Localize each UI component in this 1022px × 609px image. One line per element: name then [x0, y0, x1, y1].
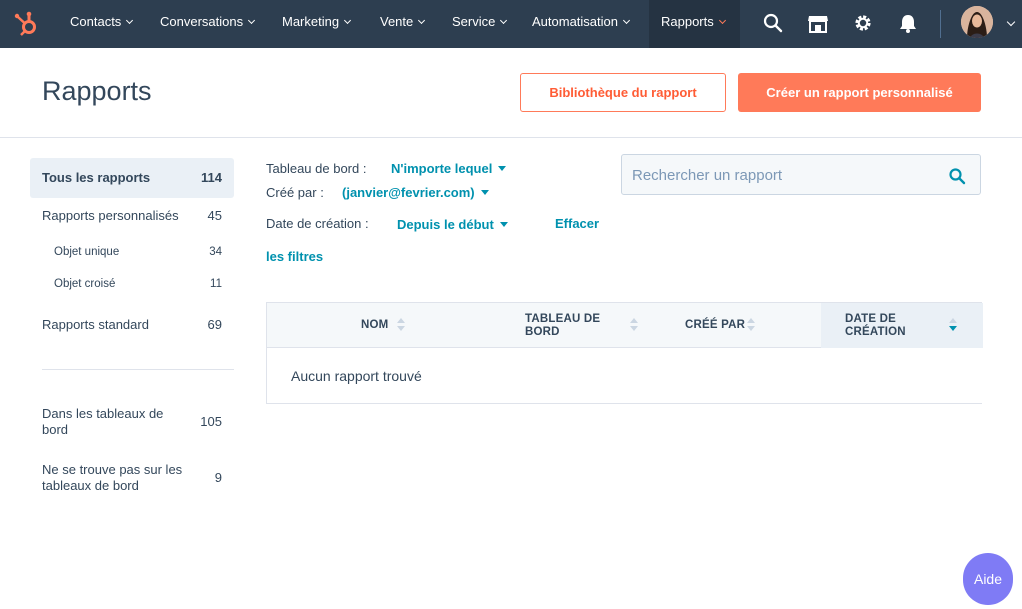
user-avatar-icon	[961, 6, 993, 38]
clear-filters-link-continued[interactable]: les filtres	[266, 249, 323, 264]
chevron-down-icon	[418, 16, 426, 25]
help-button[interactable]: Aide	[963, 553, 1013, 605]
sidebar-item-not-in-dashboards[interactable]: Ne se trouve pas sur les tableaux de bor…	[30, 462, 234, 496]
header-divider	[0, 137, 1022, 138]
column-header-created-by[interactable]: CRÉÉ PAR	[685, 303, 805, 348]
caret-down-icon	[480, 190, 489, 195]
marketplace-icon[interactable]	[807, 12, 829, 34]
report-library-button[interactable]: Bibliothèque du rapport	[520, 73, 726, 112]
reports-table: NOM TABLEAU DE BORD CRÉÉ PAR DATE DE CRÉAT…	[266, 302, 983, 404]
chevron-down-icon	[344, 16, 352, 25]
date-filter-dropdown[interactable]: Depuis le début	[397, 217, 508, 232]
table-header: NOM TABLEAU DE BORD CRÉÉ PAR DATE DE CRÉAT…	[267, 303, 983, 348]
nav-vente[interactable]: Vente	[380, 0, 426, 48]
sidebar-item-all-reports[interactable]: Tous les rapports 114	[30, 158, 234, 198]
sort-icon	[397, 318, 405, 332]
search-box	[621, 154, 981, 195]
sidebar-item-cross-object[interactable]: Objet croisé 11	[30, 278, 234, 296]
sidebar-divider	[42, 369, 234, 370]
caret-down-icon	[499, 222, 508, 227]
empty-state-text: Aucun rapport trouvé	[291, 368, 422, 384]
nav-divider	[940, 10, 941, 38]
nav-marketing[interactable]: Marketing	[282, 0, 352, 48]
sidebar-item-standard-reports[interactable]: Rapports standard 69	[30, 317, 234, 337]
chevron-down-icon[interactable]	[1006, 17, 1016, 27]
clear-filters-link[interactable]: Effacer	[555, 216, 599, 231]
dashboard-filter-dropdown[interactable]: N'importe lequel	[391, 161, 507, 176]
caret-down-icon	[498, 166, 507, 171]
chevron-down-icon	[126, 16, 134, 25]
sort-icon	[630, 318, 638, 332]
chevron-down-icon	[718, 16, 726, 25]
dashboard-filter-label: Tableau de bord :	[266, 161, 367, 176]
bell-icon[interactable]	[897, 12, 919, 34]
created-by-filter-dropdown[interactable]: (janvier@fevrier.com)	[342, 185, 489, 200]
sidebar-item-custom-reports[interactable]: Rapports personnalisés 45	[30, 208, 234, 228]
create-custom-report-button[interactable]: Créer un rapport personnalisé	[738, 73, 981, 112]
sort-icon	[747, 318, 755, 332]
avatar[interactable]	[961, 6, 993, 38]
nav-service[interactable]: Service	[452, 0, 508, 48]
top-navigation: Contacts Conversations Marketing Vente S…	[0, 0, 1022, 48]
sidebar-item-single-object[interactable]: Objet unique 34	[30, 246, 234, 264]
chevron-down-icon	[622, 16, 631, 25]
column-header-name[interactable]: NOM	[267, 303, 510, 348]
nav-rapports[interactable]: Rapports	[649, 0, 740, 48]
column-header-creation-date[interactable]: DATE DE CRÉATION	[821, 303, 983, 348]
search-input[interactable]	[632, 164, 942, 186]
date-filter-label: Date de création :	[266, 216, 369, 231]
created-by-filter-label: Créé par :	[266, 185, 324, 200]
page-title: Rapports	[42, 76, 152, 106]
search-icon[interactable]	[948, 167, 966, 185]
hubspot-logo-icon[interactable]	[12, 10, 40, 38]
chevron-down-icon	[248, 16, 256, 25]
nav-automatisation[interactable]: Automatisation	[532, 0, 631, 48]
nav-contacts[interactable]: Contacts	[70, 0, 134, 48]
search-icon[interactable]	[762, 12, 784, 34]
sidebar-item-in-dashboards[interactable]: Dans les tableaux de bord 105	[30, 406, 234, 440]
column-header-dashboard[interactable]: TABLEAU DE BORD	[525, 303, 645, 348]
nav-conversations[interactable]: Conversations	[160, 0, 256, 48]
chevron-down-icon	[500, 16, 508, 25]
gear-icon[interactable]	[852, 12, 874, 34]
sort-descending-icon	[949, 318, 957, 332]
